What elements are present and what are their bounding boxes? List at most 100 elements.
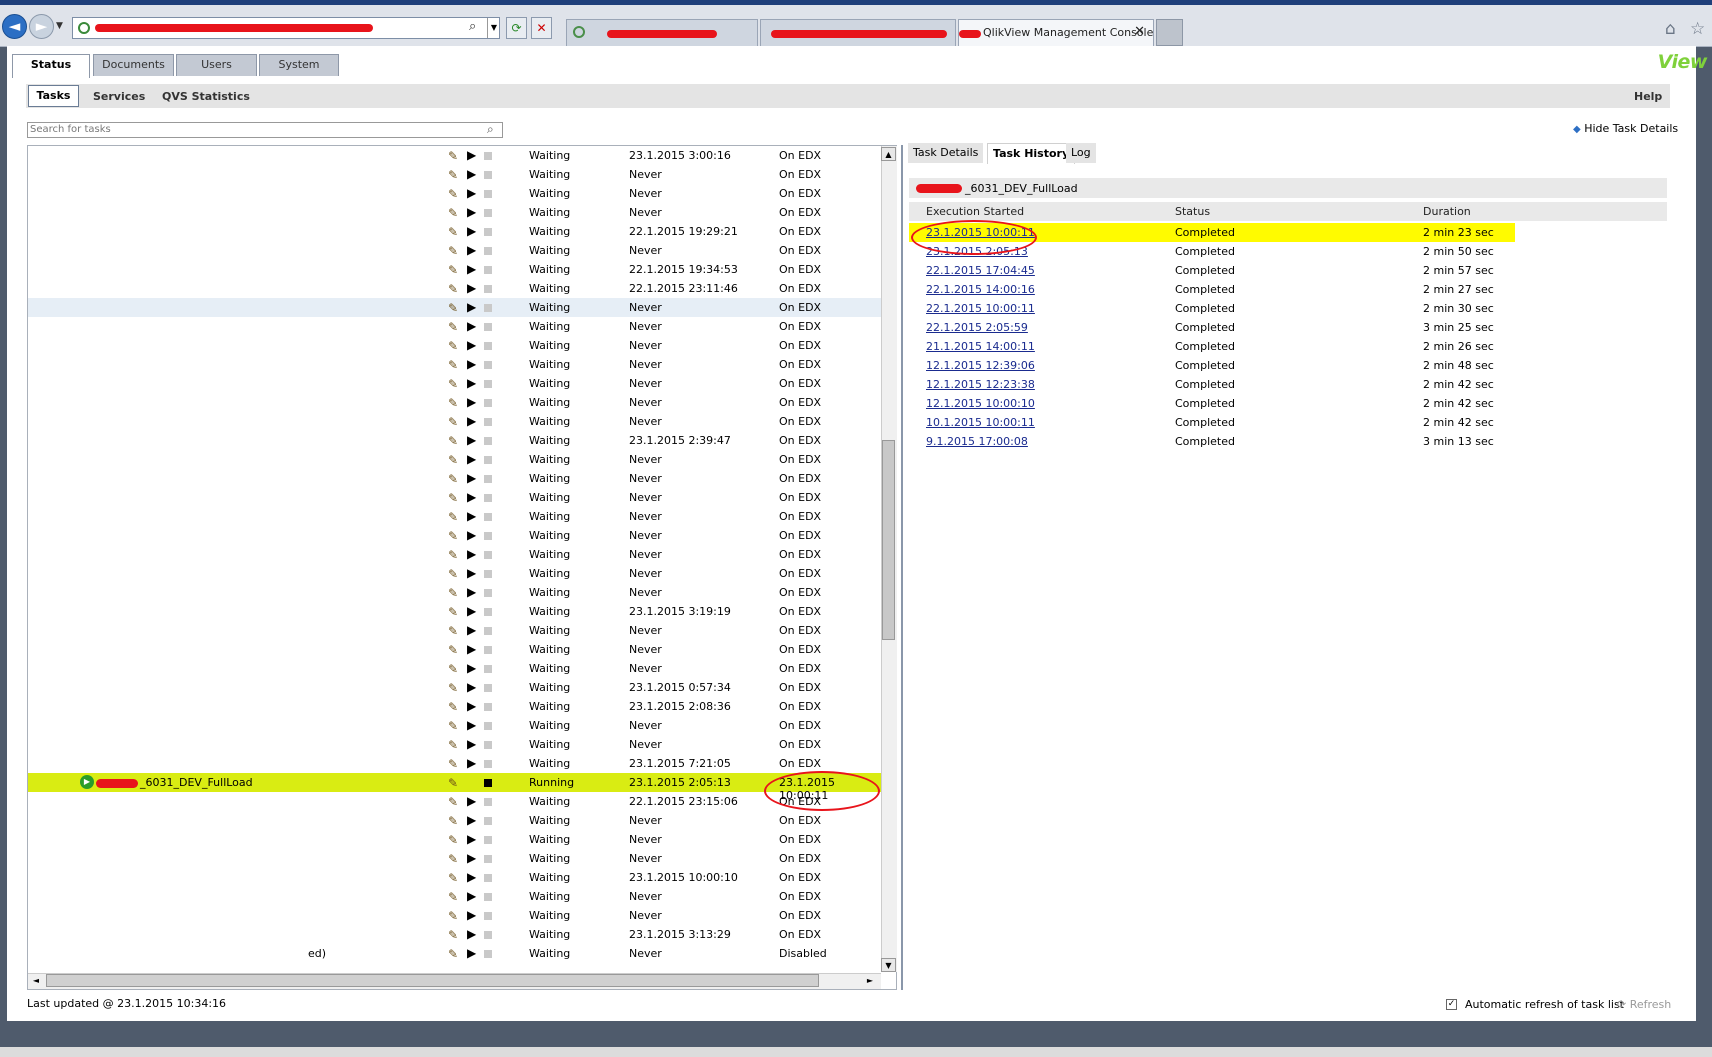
edit-pencil-icon[interactable]: ✎: [448, 415, 458, 429]
task-row[interactable]: ✎ ▶ Waiting Never On EDX: [28, 336, 883, 355]
edit-pencil-icon[interactable]: ✎: [448, 947, 458, 961]
edit-pencil-icon[interactable]: ✎: [448, 377, 458, 391]
stop-task-icon[interactable]: [484, 399, 492, 407]
tab-system[interactable]: System: [259, 54, 339, 76]
edit-pencil-icon[interactable]: ✎: [448, 472, 458, 486]
stop-task-icon[interactable]: [484, 361, 492, 369]
edit-pencil-icon[interactable]: ✎: [448, 909, 458, 923]
start-task-icon[interactable]: ▶: [467, 471, 476, 485]
edit-pencil-icon[interactable]: ✎: [448, 605, 458, 619]
stop-task-icon[interactable]: [484, 760, 492, 768]
start-task-icon[interactable]: ▶: [467, 585, 476, 599]
edit-pencil-icon[interactable]: ✎: [448, 263, 458, 277]
task-row[interactable]: ✎ ▶ Waiting Never On EDX: [28, 906, 883, 925]
stop-task-icon[interactable]: [484, 703, 492, 711]
column-header-duration[interactable]: Duration: [1423, 205, 1471, 218]
history-started-link[interactable]: 12.1.2015 12:39:06: [926, 359, 1035, 372]
address-bar[interactable]: ⌕ ▼: [72, 17, 500, 39]
start-task-icon[interactable]: ▶: [467, 699, 476, 713]
stop-task-icon[interactable]: [484, 532, 492, 540]
task-row[interactable]: ✎ ▶ Waiting Never On EDX: [28, 735, 883, 754]
task-row[interactable]: ✎ ▶ Waiting 23.1.2015 3:00:16 On EDX: [28, 146, 883, 165]
history-dropdown-icon[interactable]: ▼: [56, 21, 63, 31]
task-row[interactable]: ✎ ▶ Waiting Never On EDX: [28, 203, 883, 222]
start-task-icon[interactable]: ▶: [467, 167, 476, 181]
stop-task-icon[interactable]: [484, 304, 492, 312]
edit-pencil-icon[interactable]: ✎: [448, 396, 458, 410]
edit-pencil-icon[interactable]: ✎: [448, 225, 458, 239]
task-name[interactable]: ed): [308, 947, 326, 960]
history-started-link[interactable]: 9.1.2015 17:00:08: [926, 435, 1028, 448]
column-header-started[interactable]: Execution Started: [926, 205, 1024, 218]
stop-task-icon[interactable]: [484, 418, 492, 426]
browser-tab-1[interactable]: [566, 19, 758, 46]
task-row[interactable]: ✎ ▶ Waiting Never On EDX: [28, 640, 883, 659]
edit-pencil-icon[interactable]: ✎: [448, 890, 458, 904]
task-row[interactable]: ✎ ▶ Waiting 23.1.2015 2:39:47 On EDX: [28, 431, 883, 450]
task-row[interactable]: ✎ ▶ Waiting Never On EDX: [28, 488, 883, 507]
start-task-icon[interactable]: ▶: [467, 262, 476, 276]
start-task-icon[interactable]: ▶: [467, 718, 476, 732]
start-task-icon[interactable]: ▶: [467, 186, 476, 200]
favorites-star-icon[interactable]: ☆: [1690, 19, 1705, 39]
start-task-icon[interactable]: ▶: [467, 490, 476, 504]
stop-task-icon[interactable]: [484, 228, 492, 236]
vertical-scroll-thumb[interactable]: [882, 440, 895, 640]
stop-task-icon[interactable]: [484, 855, 492, 863]
stop-task-icon[interactable]: [484, 627, 492, 635]
stop-task-icon[interactable]: [484, 494, 492, 502]
edit-pencil-icon[interactable]: ✎: [448, 548, 458, 562]
start-task-icon[interactable]: ▶: [467, 946, 476, 960]
edit-pencil-icon[interactable]: ✎: [448, 643, 458, 657]
stop-task-icon[interactable]: [484, 665, 492, 673]
task-row[interactable]: ✎ ▶ Waiting Never On EDX: [28, 469, 883, 488]
edit-pencil-icon[interactable]: ✎: [448, 187, 458, 201]
task-row[interactable]: ✎ ▶ Waiting Never On EDX: [28, 887, 883, 906]
task-row[interactable]: ✎ ▶ Waiting 22.1.2015 23:15:06 On EDX: [28, 792, 883, 811]
task-row[interactable]: ✎ ▶ Waiting 23.1.2015 10:00:10 On EDX: [28, 868, 883, 887]
edit-pencil-icon[interactable]: ✎: [448, 586, 458, 600]
task-name[interactable]: _6031_DEV_FullLoad: [140, 776, 253, 789]
start-task-icon[interactable]: ▶: [467, 509, 476, 523]
stop-task-icon[interactable]: [484, 323, 492, 331]
stop-task-icon[interactable]: [484, 570, 492, 578]
start-task-icon[interactable]: ▶: [467, 604, 476, 618]
task-row[interactable]: ✎ ▶ Waiting 22.1.2015 19:34:53 On EDX: [28, 260, 883, 279]
stop-task-icon[interactable]: [484, 817, 492, 825]
start-task-icon[interactable]: ▶: [467, 528, 476, 542]
task-row[interactable]: ✎ ▶ Waiting Never On EDX: [28, 298, 883, 317]
address-dropdown-icon[interactable]: ▼: [487, 18, 500, 38]
start-task-icon[interactable]: ▶: [467, 357, 476, 371]
stop-task-icon[interactable]: [484, 722, 492, 730]
edit-pencil-icon[interactable]: ✎: [448, 662, 458, 676]
start-task-icon[interactable]: ▶: [467, 395, 476, 409]
close-icon[interactable]: ✕: [1134, 24, 1145, 39]
edit-pencil-icon[interactable]: ✎: [448, 567, 458, 581]
task-row[interactable]: ed) ✎ ▶ Waiting Never Disabled: [28, 944, 883, 963]
edit-pencil-icon[interactable]: ✎: [448, 738, 458, 752]
stop-task-icon[interactable]: [484, 798, 492, 806]
stop-task-icon[interactable]: [484, 912, 492, 920]
history-started-link[interactable]: 22.1.2015 14:00:16: [926, 283, 1035, 296]
start-task-icon[interactable]: ▶: [467, 338, 476, 352]
start-task-icon[interactable]: ▶: [467, 243, 476, 257]
edit-pencil-icon[interactable]: ✎: [448, 434, 458, 448]
start-task-icon[interactable]: ▶: [467, 889, 476, 903]
stop-task-icon[interactable]: [484, 646, 492, 654]
task-row[interactable]: ✎ ▶ Waiting 22.1.2015 23:11:46 On EDX: [28, 279, 883, 298]
scroll-down-icon[interactable]: ▼: [881, 958, 896, 972]
edit-pencil-icon[interactable]: ✎: [448, 871, 458, 885]
stop-task-icon[interactable]: [484, 684, 492, 692]
start-task-icon[interactable]: ▶: [467, 414, 476, 428]
start-task-icon[interactable]: ▶: [467, 281, 476, 295]
task-row[interactable]: ✎ ▶ Waiting Never On EDX: [28, 716, 883, 735]
auto-refresh-checkbox[interactable]: ✓: [1446, 999, 1457, 1010]
forward-button[interactable]: ►: [29, 14, 54, 39]
tab-task-history[interactable]: Task History: [987, 143, 1076, 164]
task-row[interactable]: ✎ ▶ Waiting Never On EDX: [28, 583, 883, 602]
start-task-icon[interactable]: ▶: [467, 547, 476, 561]
edit-pencil-icon[interactable]: ✎: [448, 681, 458, 695]
edit-pencil-icon[interactable]: ✎: [448, 320, 458, 334]
new-tab-button[interactable]: [1156, 19, 1183, 46]
start-task-icon[interactable]: ▶: [467, 870, 476, 884]
